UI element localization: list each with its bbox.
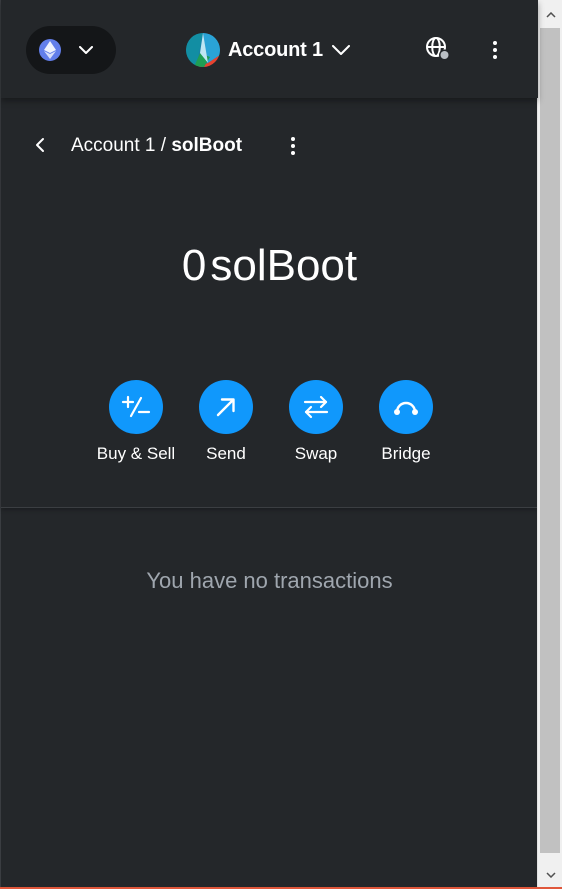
- empty-activity-message: You have no transactions: [146, 568, 393, 593]
- swap-label: Swap: [294, 444, 338, 463]
- kebab-menu-icon[interactable]: [283, 134, 303, 158]
- chevron-down-icon: [331, 44, 350, 56]
- globe-connection-icon[interactable]: [425, 36, 451, 62]
- token-overview: Account 1 / solBoot 0solBoot Buy & Sell: [1, 98, 538, 508]
- chevron-left-icon[interactable]: [35, 134, 55, 156]
- balance-amount: 0: [181, 241, 207, 290]
- arrow-up-right-icon: [199, 380, 253, 434]
- swap-button[interactable]: Swap: [271, 380, 361, 464]
- bridge-label: Bridge: [381, 444, 431, 463]
- scroll-down-arrow-icon[interactable]: [538, 862, 562, 888]
- scrollbar-thumb[interactable]: [540, 28, 560, 853]
- swap-arrows-icon: [289, 380, 343, 434]
- balance-symbol: solBoot: [210, 241, 358, 290]
- token-balance: 0solBoot: [1, 238, 538, 294]
- buy-sell-label: Buy & Sell: [96, 444, 176, 463]
- wallet-app: Account 1 Account 1 / solBoot 0solBoot B…: [0, 0, 538, 889]
- vertical-scrollbar[interactable]: [537, 0, 562, 889]
- breadcrumb-token: solBoot: [171, 135, 243, 156]
- bridge-button[interactable]: Bridge: [361, 380, 451, 464]
- account-name: Account 1: [228, 38, 323, 61]
- plus-minus-icon: [109, 380, 163, 434]
- account-picker[interactable]: Account 1: [186, 32, 350, 68]
- token-actions: Buy & Sell Send Swap Bridge: [91, 380, 451, 464]
- breadcrumb: Account 1 / solBoot: [71, 134, 242, 158]
- send-label: Send: [206, 444, 246, 463]
- app-header: Account 1: [1, 0, 538, 98]
- chevron-down-icon: [79, 45, 93, 55]
- account-avatar-icon: [186, 33, 220, 67]
- send-button[interactable]: Send: [181, 380, 271, 464]
- breadcrumb-account: Account 1: [71, 135, 156, 156]
- scroll-up-arrow-icon[interactable]: [538, 2, 562, 28]
- buy-sell-button[interactable]: Buy & Sell: [91, 380, 181, 464]
- bridge-icon: [379, 380, 433, 434]
- network-picker[interactable]: [26, 26, 116, 74]
- breadcrumb-separator: /: [155, 135, 172, 156]
- ethereum-icon: [39, 39, 61, 61]
- kebab-menu-icon[interactable]: [485, 36, 505, 64]
